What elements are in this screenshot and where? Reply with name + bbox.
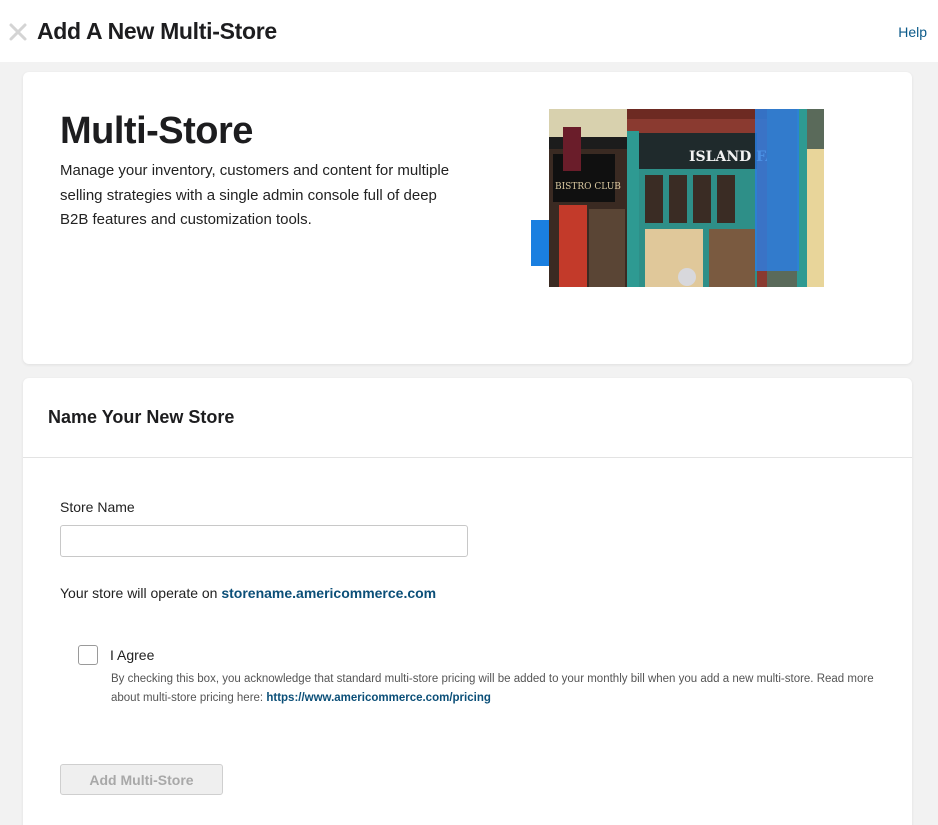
store-name-label: Store Name	[60, 499, 135, 515]
add-multi-store-button[interactable]: Add Multi-Store	[60, 764, 223, 795]
domain-prefix: Your store will operate on	[60, 585, 218, 601]
page-title: Add A New Multi-Store	[37, 18, 277, 44]
store-name-input[interactable]	[60, 525, 468, 557]
store-domain: storename.americommerce.com	[221, 585, 437, 601]
agree-label[interactable]: I Agree	[110, 647, 154, 663]
domain-info: Your store will operate on storename.ame…	[60, 585, 436, 601]
agree-checkbox[interactable]	[78, 645, 98, 665]
section-title: Name Your New Store	[48, 407, 235, 427]
hero-description: Manage your inventory, customers and con…	[60, 162, 450, 228]
agree-note: By checking this box, you acknowledge th…	[111, 670, 891, 708]
hero-accent-bar	[531, 220, 551, 266]
close-icon[interactable]	[8, 22, 28, 42]
hero-card: Multi-Store Manage your inventory, custo…	[23, 72, 912, 364]
storefront-image: BISTRO CLUB ISLAND FA	[549, 109, 824, 287]
agree-note-text: By checking this box, you acknowledge th…	[111, 673, 874, 704]
top-bar: Add A New Multi-Store Help	[0, 0, 938, 62]
store-form-card: Name Your New Store Store Name Your stor…	[23, 378, 912, 825]
help-link[interactable]: Help	[898, 24, 927, 40]
pricing-link[interactable]: https://www.americommerce.com/pricing	[266, 692, 491, 704]
bistro-club-sign: BISTRO CLUB	[555, 182, 621, 192]
hero-title: Multi-Store	[60, 110, 253, 152]
divider	[23, 457, 912, 458]
